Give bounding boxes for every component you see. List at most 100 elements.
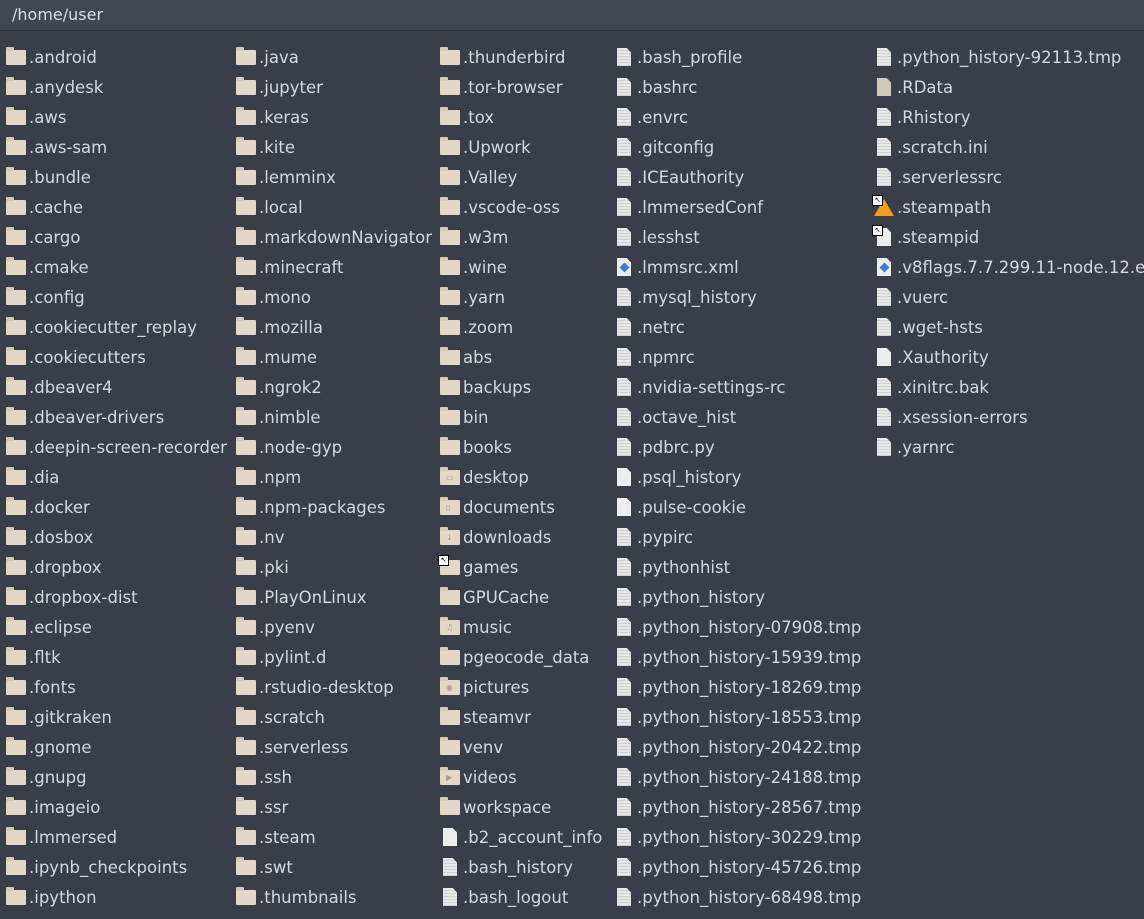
file-item[interactable]: GPUCache — [440, 582, 602, 612]
file-item[interactable]: .python_history-18269.tmp — [614, 672, 861, 702]
file-item[interactable]: .mozilla — [236, 312, 432, 342]
file-item[interactable]: .dropbox — [6, 552, 227, 582]
file-item[interactable]: .pyenv — [236, 612, 432, 642]
file-item[interactable]: .nimble — [236, 402, 432, 432]
file-item[interactable]: .eclipse — [6, 612, 227, 642]
file-item[interactable]: .pypirc — [614, 522, 861, 552]
file-item[interactable]: .deepin-screen-recorder — [6, 432, 227, 462]
file-item[interactable]: .cmake — [6, 252, 227, 282]
file-item[interactable]: .dbeaver4 — [6, 372, 227, 402]
file-item[interactable]: .python_history-45726.tmp — [614, 852, 861, 882]
file-item[interactable]: .ssh — [236, 762, 432, 792]
file-item[interactable]: .serverless — [236, 732, 432, 762]
file-item[interactable]: .python_history — [614, 582, 861, 612]
file-item[interactable]: .lmmersed — [6, 822, 227, 852]
file-item[interactable]: .python_history-28567.tmp — [614, 792, 861, 822]
file-item[interactable]: .aws-sam — [6, 132, 227, 162]
file-item[interactable]: .dosbox — [6, 522, 227, 552]
file-item[interactable]: steamvr — [440, 702, 602, 732]
file-item[interactable]: .cookiecutters — [6, 342, 227, 372]
file-item[interactable]: .Rhistory — [874, 102, 1144, 132]
file-item[interactable]: .lmmersedConf — [614, 192, 861, 222]
file-item[interactable]: .vuerc — [874, 282, 1144, 312]
file-item[interactable]: .bashrc — [614, 72, 861, 102]
file-item[interactable]: .scratch.ini — [874, 132, 1144, 162]
file-item[interactable]: .android — [6, 42, 227, 72]
file-item[interactable]: backups — [440, 372, 602, 402]
file-item[interactable]: .tor-browser — [440, 72, 602, 102]
file-item[interactable]: .steam — [236, 822, 432, 852]
address-bar[interactable]: /home/user — [0, 0, 1144, 31]
file-item[interactable]: .bash_profile — [614, 42, 861, 72]
file-item[interactable]: ↖ games — [438, 552, 602, 582]
file-item[interactable]: .yarn — [440, 282, 602, 312]
file-item[interactable]: venv — [440, 732, 602, 762]
file-item[interactable]: .fltk — [6, 642, 227, 672]
file-item[interactable]: .xsession-errors — [874, 402, 1144, 432]
file-item[interactable]: .bash_history — [440, 852, 602, 882]
file-item[interactable]: .xinitrc.bak — [874, 372, 1144, 402]
file-item[interactable]: .netrc — [614, 312, 861, 342]
file-item[interactable]: ↖ .steampath — [872, 192, 1144, 222]
file-item[interactable]: .minecraft — [236, 252, 432, 282]
file-item[interactable]: .envrc — [614, 102, 861, 132]
file-item[interactable]: .dbeaver-drivers — [6, 402, 227, 432]
file-item[interactable]: .imageio — [6, 792, 227, 822]
file-item[interactable]: .mono — [236, 282, 432, 312]
file-item[interactable]: .npm — [236, 462, 432, 492]
file-item[interactable]: .PlayOnLinux — [236, 582, 432, 612]
file-item[interactable]: .python_history-92113.tmp — [874, 42, 1144, 72]
file-item[interactable]: .python_history-30229.tmp — [614, 822, 861, 852]
file-item[interactable]: ▯ documents — [440, 492, 602, 522]
file-item[interactable]: .python_history-07908.tmp — [614, 612, 861, 642]
file-item[interactable]: .ipynb_checkpoints — [6, 852, 227, 882]
file-item[interactable]: ↓ downloads — [440, 522, 602, 552]
file-item[interactable]: .b2_account_info — [440, 822, 602, 852]
file-item[interactable]: .gitconfig — [614, 132, 861, 162]
file-item[interactable]: .serverlessrc — [874, 162, 1144, 192]
file-item[interactable]: bin — [440, 402, 602, 432]
file-item[interactable]: ▭ desktop — [440, 462, 602, 492]
file-item[interactable]: .octave_hist — [614, 402, 861, 432]
file-item[interactable]: abs — [440, 342, 602, 372]
file-item[interactable]: .python_history-15939.tmp — [614, 642, 861, 672]
file-item[interactable]: .pylint.d — [236, 642, 432, 672]
file-item[interactable]: .swt — [236, 852, 432, 882]
file-item[interactable]: .gnome — [6, 732, 227, 762]
file-item[interactable]: .keras — [236, 102, 432, 132]
file-item[interactable]: .anydesk — [6, 72, 227, 102]
file-item[interactable]: workspace — [440, 792, 602, 822]
file-item[interactable]: .fonts — [6, 672, 227, 702]
file-item[interactable]: .lmmsrc.xml — [614, 252, 861, 282]
file-item[interactable]: .aws — [6, 102, 227, 132]
file-item[interactable]: .wget-hsts — [874, 312, 1144, 342]
file-item[interactable]: .RData — [874, 72, 1144, 102]
file-item[interactable]: .pulse-cookie — [614, 492, 861, 522]
file-item[interactable]: .zoom — [440, 312, 602, 342]
file-item[interactable]: .ipython — [6, 882, 227, 912]
file-item[interactable]: .lemminx — [236, 162, 432, 192]
file-item[interactable]: .Xauthority — [874, 342, 1144, 372]
file-item[interactable]: .ssr — [236, 792, 432, 822]
file-item[interactable]: .bundle — [6, 162, 227, 192]
file-item[interactable]: .python_history-68498.tmp — [614, 882, 861, 912]
file-item[interactable]: pgeocode_data — [440, 642, 602, 672]
file-item[interactable]: .pythonhist — [614, 552, 861, 582]
file-item[interactable]: .gitkraken — [6, 702, 227, 732]
file-item[interactable]: .v8flags.7.7.299.11-node.12.e — [874, 252, 1144, 282]
file-item[interactable]: .gnupg — [6, 762, 227, 792]
file-item[interactable]: .cache — [6, 192, 227, 222]
file-item[interactable]: .vscode-oss — [440, 192, 602, 222]
file-item[interactable]: .lesshst — [614, 222, 861, 252]
file-item[interactable]: .node-gyp — [236, 432, 432, 462]
file-item[interactable]: .local — [236, 192, 432, 222]
file-item[interactable]: .psql_history — [614, 462, 861, 492]
file-item[interactable]: .nvidia-settings-rc — [614, 372, 861, 402]
file-item[interactable]: .npmrc — [614, 342, 861, 372]
file-item[interactable]: .pki — [236, 552, 432, 582]
file-item[interactable]: .tox — [440, 102, 602, 132]
file-item[interactable]: books — [440, 432, 602, 462]
file-item[interactable]: .dropbox-dist — [6, 582, 227, 612]
file-item[interactable]: .npm-packages — [236, 492, 432, 522]
file-item[interactable]: .rstudio-desktop — [236, 672, 432, 702]
